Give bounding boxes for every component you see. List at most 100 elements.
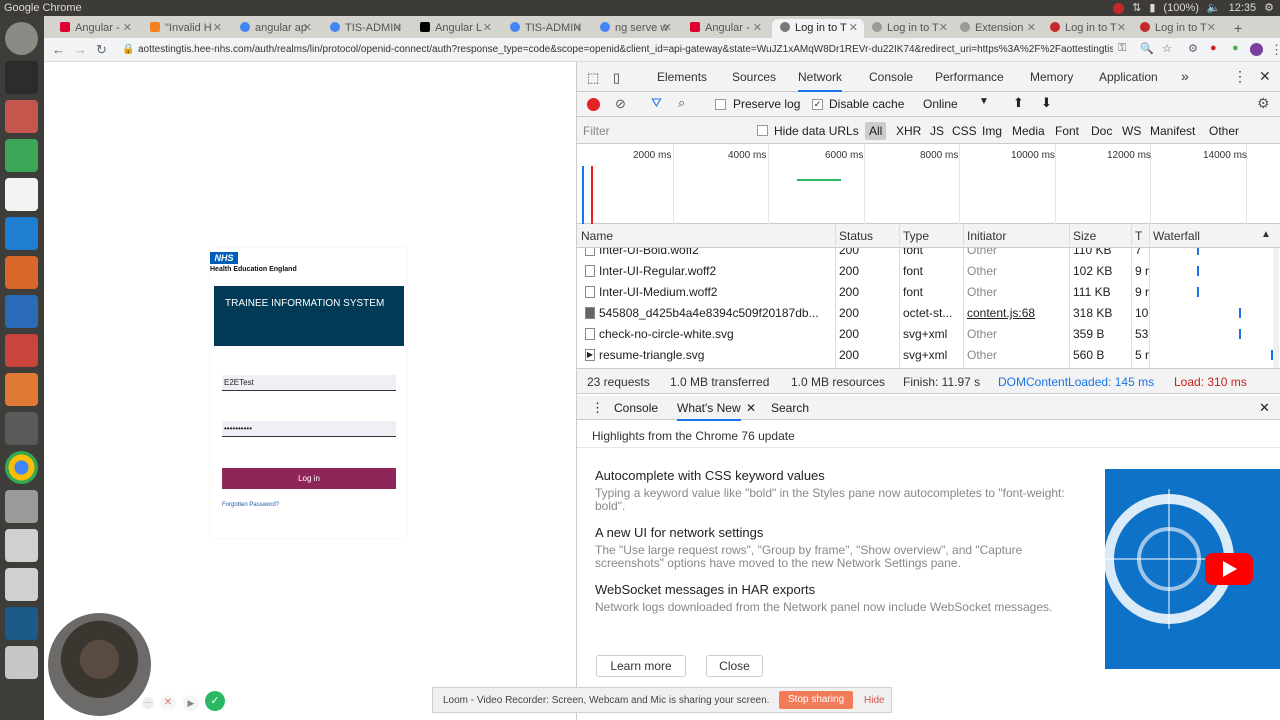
filter-type-all[interactable]: All bbox=[865, 122, 887, 140]
loom-pause-icon[interactable]: ▶ bbox=[183, 695, 199, 711]
tab-7[interactable]: Angular - ✕ bbox=[690, 19, 768, 38]
close-tab-icon[interactable]: ✕ bbox=[393, 19, 402, 38]
username-input[interactable]: E2ETest bbox=[222, 375, 396, 391]
close-tab-icon[interactable]: ✕ bbox=[573, 19, 582, 38]
clock[interactable]: 12:35 bbox=[1229, 0, 1257, 16]
table-row[interactable]: ▶ resume-triangle.svg 200 svg+xml Other … bbox=[577, 345, 1277, 366]
filter-input[interactable]: Filter bbox=[583, 124, 743, 138]
loom-cancel-icon[interactable]: ✕ bbox=[160, 695, 176, 711]
network-overview[interactable]: 2000 ms 4000 ms 6000 ms 8000 ms 10000 ms… bbox=[577, 144, 1280, 224]
tab-12[interactable]: Log in to T ✕ bbox=[1140, 19, 1222, 38]
tab-application[interactable]: Application bbox=[1099, 70, 1158, 84]
more-tabs-icon[interactable]: » bbox=[1181, 68, 1189, 84]
tab-sources[interactable]: Sources bbox=[732, 70, 776, 84]
col-time[interactable]: T bbox=[1135, 229, 1142, 243]
filter-type-js[interactable]: JS bbox=[930, 124, 944, 138]
spreadsheet-icon[interactable] bbox=[5, 139, 38, 172]
network-settings-gear-icon[interactable]: ⚙ bbox=[1257, 95, 1270, 112]
close-devtools-icon[interactable]: ✕ bbox=[1259, 68, 1271, 85]
tab-2[interactable]: angular ap ✕ bbox=[240, 19, 318, 38]
inspect-element-icon[interactable]: ⬚ bbox=[587, 70, 599, 86]
battery-icon[interactable]: ▮ bbox=[1149, 0, 1155, 16]
chrome-update-video[interactable] bbox=[1104, 469, 1280, 669]
filter-type-xhr[interactable]: XHR bbox=[896, 124, 921, 138]
app-icon[interactable] bbox=[5, 412, 38, 445]
ubuntu-dash-icon[interactable] bbox=[5, 22, 38, 55]
settings-icon[interactable] bbox=[5, 334, 38, 367]
search-icon[interactable]: ⌕ bbox=[678, 95, 685, 111]
col-size[interactable]: Size bbox=[1073, 229, 1096, 243]
extension2-icon[interactable]: ● bbox=[1210, 42, 1217, 54]
devtools-menu-icon[interactable]: ⋮ bbox=[1233, 68, 1247, 85]
tab-0[interactable]: Angular - ✕ bbox=[60, 19, 138, 38]
tab-9[interactable]: Log in to T ✕ bbox=[872, 19, 954, 38]
password-input[interactable]: •••••••••• bbox=[222, 421, 396, 437]
table-row[interactable]: 545808_d425b4a4e8394c509f20187db... 200 … bbox=[577, 303, 1277, 324]
col-initiator[interactable]: Initiator bbox=[967, 229, 1006, 243]
close-tab-icon[interactable]: ✕ bbox=[663, 19, 672, 38]
camera2-icon[interactable] bbox=[5, 568, 38, 601]
filter-type-media[interactable]: Media bbox=[1012, 124, 1045, 138]
extension3-icon[interactable]: ● bbox=[1232, 42, 1239, 54]
col-name[interactable]: Name bbox=[581, 229, 613, 243]
table-row[interactable]: Inter-UI-Medium.woff2 200 font Other 111… bbox=[577, 282, 1277, 303]
drawer-tab-console[interactable]: Console bbox=[614, 401, 658, 415]
filter-type-img[interactable]: Img bbox=[982, 124, 1002, 138]
wifi-icon[interactable]: ⇅ bbox=[1132, 0, 1141, 16]
star-icon[interactable]: ☆ bbox=[1162, 42, 1172, 55]
software-center-icon[interactable] bbox=[5, 373, 38, 406]
chrome-icon[interactable] bbox=[5, 451, 38, 484]
filter-icon[interactable]: ⛛ bbox=[651, 95, 662, 111]
amazon-icon[interactable] bbox=[5, 178, 38, 211]
tab-console[interactable]: Console bbox=[869, 70, 913, 84]
throttle-chevron-down-icon[interactable]: ▼ bbox=[979, 96, 989, 107]
tab-3[interactable]: TIS-ADMIN ✕ bbox=[330, 19, 408, 38]
filter-type-font[interactable]: Font bbox=[1055, 124, 1079, 138]
extension-icon[interactable]: ⚙ bbox=[1188, 42, 1198, 55]
preserve-log-checkbox[interactable] bbox=[715, 99, 726, 110]
zoom-icon[interactable]: 🔍 bbox=[1140, 42, 1154, 55]
close-tab-icon[interactable]: ✕ bbox=[1027, 19, 1036, 38]
close-tab-icon[interactable]: ✕ bbox=[303, 19, 312, 38]
filter-type-other[interactable]: Other bbox=[1209, 124, 1239, 138]
writer-icon[interactable] bbox=[5, 295, 38, 328]
tab-8-active[interactable]: Log in to T ✕ bbox=[772, 19, 864, 38]
clear-icon[interactable]: ⊘ bbox=[615, 96, 626, 112]
table-row[interactable]: Inter-UI-Bold.woff2 200 font Other 110 K… bbox=[577, 248, 1277, 261]
device-toolbar-icon[interactable]: ▯ bbox=[613, 70, 620, 86]
back-icon[interactable]: ← bbox=[52, 42, 65, 57]
col-type[interactable]: Type bbox=[903, 229, 929, 243]
col-status[interactable]: Status bbox=[839, 229, 873, 243]
filter-type-css[interactable]: CSS bbox=[952, 124, 977, 138]
loom-more-icon[interactable]: ⋯ bbox=[142, 697, 154, 709]
loom-done-icon[interactable]: ✓ bbox=[205, 691, 225, 711]
hide-data-urls-checkbox[interactable] bbox=[757, 125, 768, 136]
close-tab-icon[interactable]: ✕ bbox=[753, 19, 762, 38]
power-icon[interactable]: ⚙ bbox=[1264, 0, 1274, 16]
new-tab-icon[interactable]: + bbox=[1234, 19, 1250, 38]
disable-cache-checkbox[interactable]: ✓ bbox=[812, 99, 823, 110]
filter-type-doc[interactable]: Doc bbox=[1091, 124, 1112, 138]
request-initiator-link[interactable]: content.js:68 bbox=[967, 306, 1035, 320]
tab-6[interactable]: ng serve w ✕ bbox=[600, 19, 678, 38]
drawer-menu-icon[interactable]: ⋮ bbox=[591, 400, 604, 416]
close-whats-new-icon[interactable]: ✕ bbox=[746, 401, 756, 415]
tab-4[interactable]: Angular L ✕ bbox=[420, 19, 498, 38]
close-tab-icon[interactable]: ✕ bbox=[123, 19, 132, 38]
tab-5[interactable]: TIS-ADMIN ✕ bbox=[510, 19, 588, 38]
tab-10[interactable]: Extension ✕ bbox=[960, 19, 1042, 38]
mysql-icon[interactable] bbox=[5, 607, 38, 640]
camera-icon[interactable] bbox=[5, 529, 38, 562]
close-tab-icon[interactable]: ✕ bbox=[1207, 19, 1216, 38]
drive-icon[interactable] bbox=[5, 490, 38, 523]
profile-avatar-icon[interactable] bbox=[1250, 43, 1263, 56]
files-icon[interactable] bbox=[5, 100, 38, 133]
drawer-tab-whats-new[interactable]: What's New bbox=[677, 401, 741, 421]
stop-sharing-button[interactable]: Stop sharing bbox=[779, 691, 854, 709]
filter-type-ws[interactable]: WS bbox=[1122, 124, 1141, 138]
close-drawer-icon[interactable]: ✕ bbox=[1259, 400, 1270, 416]
close-tab-icon[interactable]: ✕ bbox=[939, 19, 948, 38]
sort-ascending-icon[interactable]: ▲ bbox=[1261, 229, 1271, 240]
loom-webcam-bubble[interactable] bbox=[48, 613, 151, 716]
close-tab-icon[interactable]: ✕ bbox=[849, 19, 858, 38]
